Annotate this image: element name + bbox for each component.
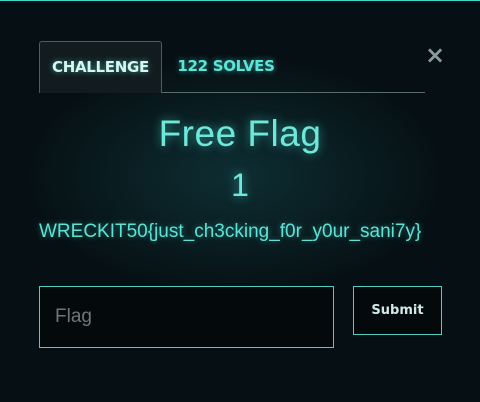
submit-button[interactable]: Submit <box>353 286 442 335</box>
tab-challenge[interactable]: CHALLENGE <box>39 41 162 93</box>
challenge-description: WRECKIT50{just_ch3cking_f0r_y0ur_sani7y} <box>39 221 422 242</box>
tab-bar: CHALLENGE 122 SOLVES <box>39 41 425 93</box>
flag-input[interactable] <box>39 286 334 348</box>
close-icon[interactable]: × <box>424 43 446 67</box>
challenge-modal: × CHALLENGE 122 SOLVES Free Flag 1 WRECK… <box>0 0 480 402</box>
challenge-title: Free Flag <box>158 113 322 154</box>
challenge-points: 1 <box>231 167 249 203</box>
tab-solves[interactable]: 122 SOLVES <box>171 41 281 93</box>
